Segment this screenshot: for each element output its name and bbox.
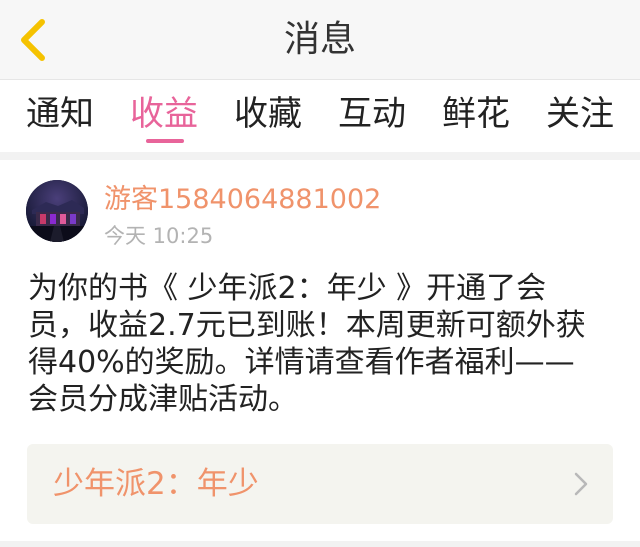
tab-flowers[interactable]: 鲜花 bbox=[442, 92, 510, 136]
avatar-image bbox=[26, 180, 88, 242]
active-tab-indicator bbox=[146, 139, 184, 143]
tab-bar: 通知 收益 收藏 互动 鲜花 关注 bbox=[0, 80, 640, 152]
sender-name[interactable]: 游客1584064881002 bbox=[104, 182, 381, 218]
message-body: 为你的书《 少年派2：年少 》开通了会员，收益2.7元已到账！本周更新可额外获得… bbox=[28, 271, 586, 417]
tab-notifications[interactable]: 通知 bbox=[26, 92, 94, 136]
message-time: 今天 10:25 bbox=[104, 224, 214, 248]
section-divider bbox=[0, 152, 640, 160]
page-title: 消息 bbox=[283, 19, 356, 60]
top-bar: 消息 bbox=[0, 0, 640, 80]
bottom-divider bbox=[0, 541, 640, 547]
tab-earnings[interactable]: 收益 bbox=[130, 92, 198, 136]
tab-interactions[interactable]: 互动 bbox=[338, 92, 406, 136]
chevron-right-icon bbox=[574, 472, 588, 496]
book-card[interactable]: 少年派2：年少 bbox=[27, 444, 613, 524]
tab-favorites[interactable]: 收藏 bbox=[234, 92, 302, 136]
avatar[interactable] bbox=[26, 180, 88, 242]
book-title: 少年派2：年少 bbox=[53, 466, 259, 502]
tab-following[interactable]: 关注 bbox=[546, 92, 614, 136]
